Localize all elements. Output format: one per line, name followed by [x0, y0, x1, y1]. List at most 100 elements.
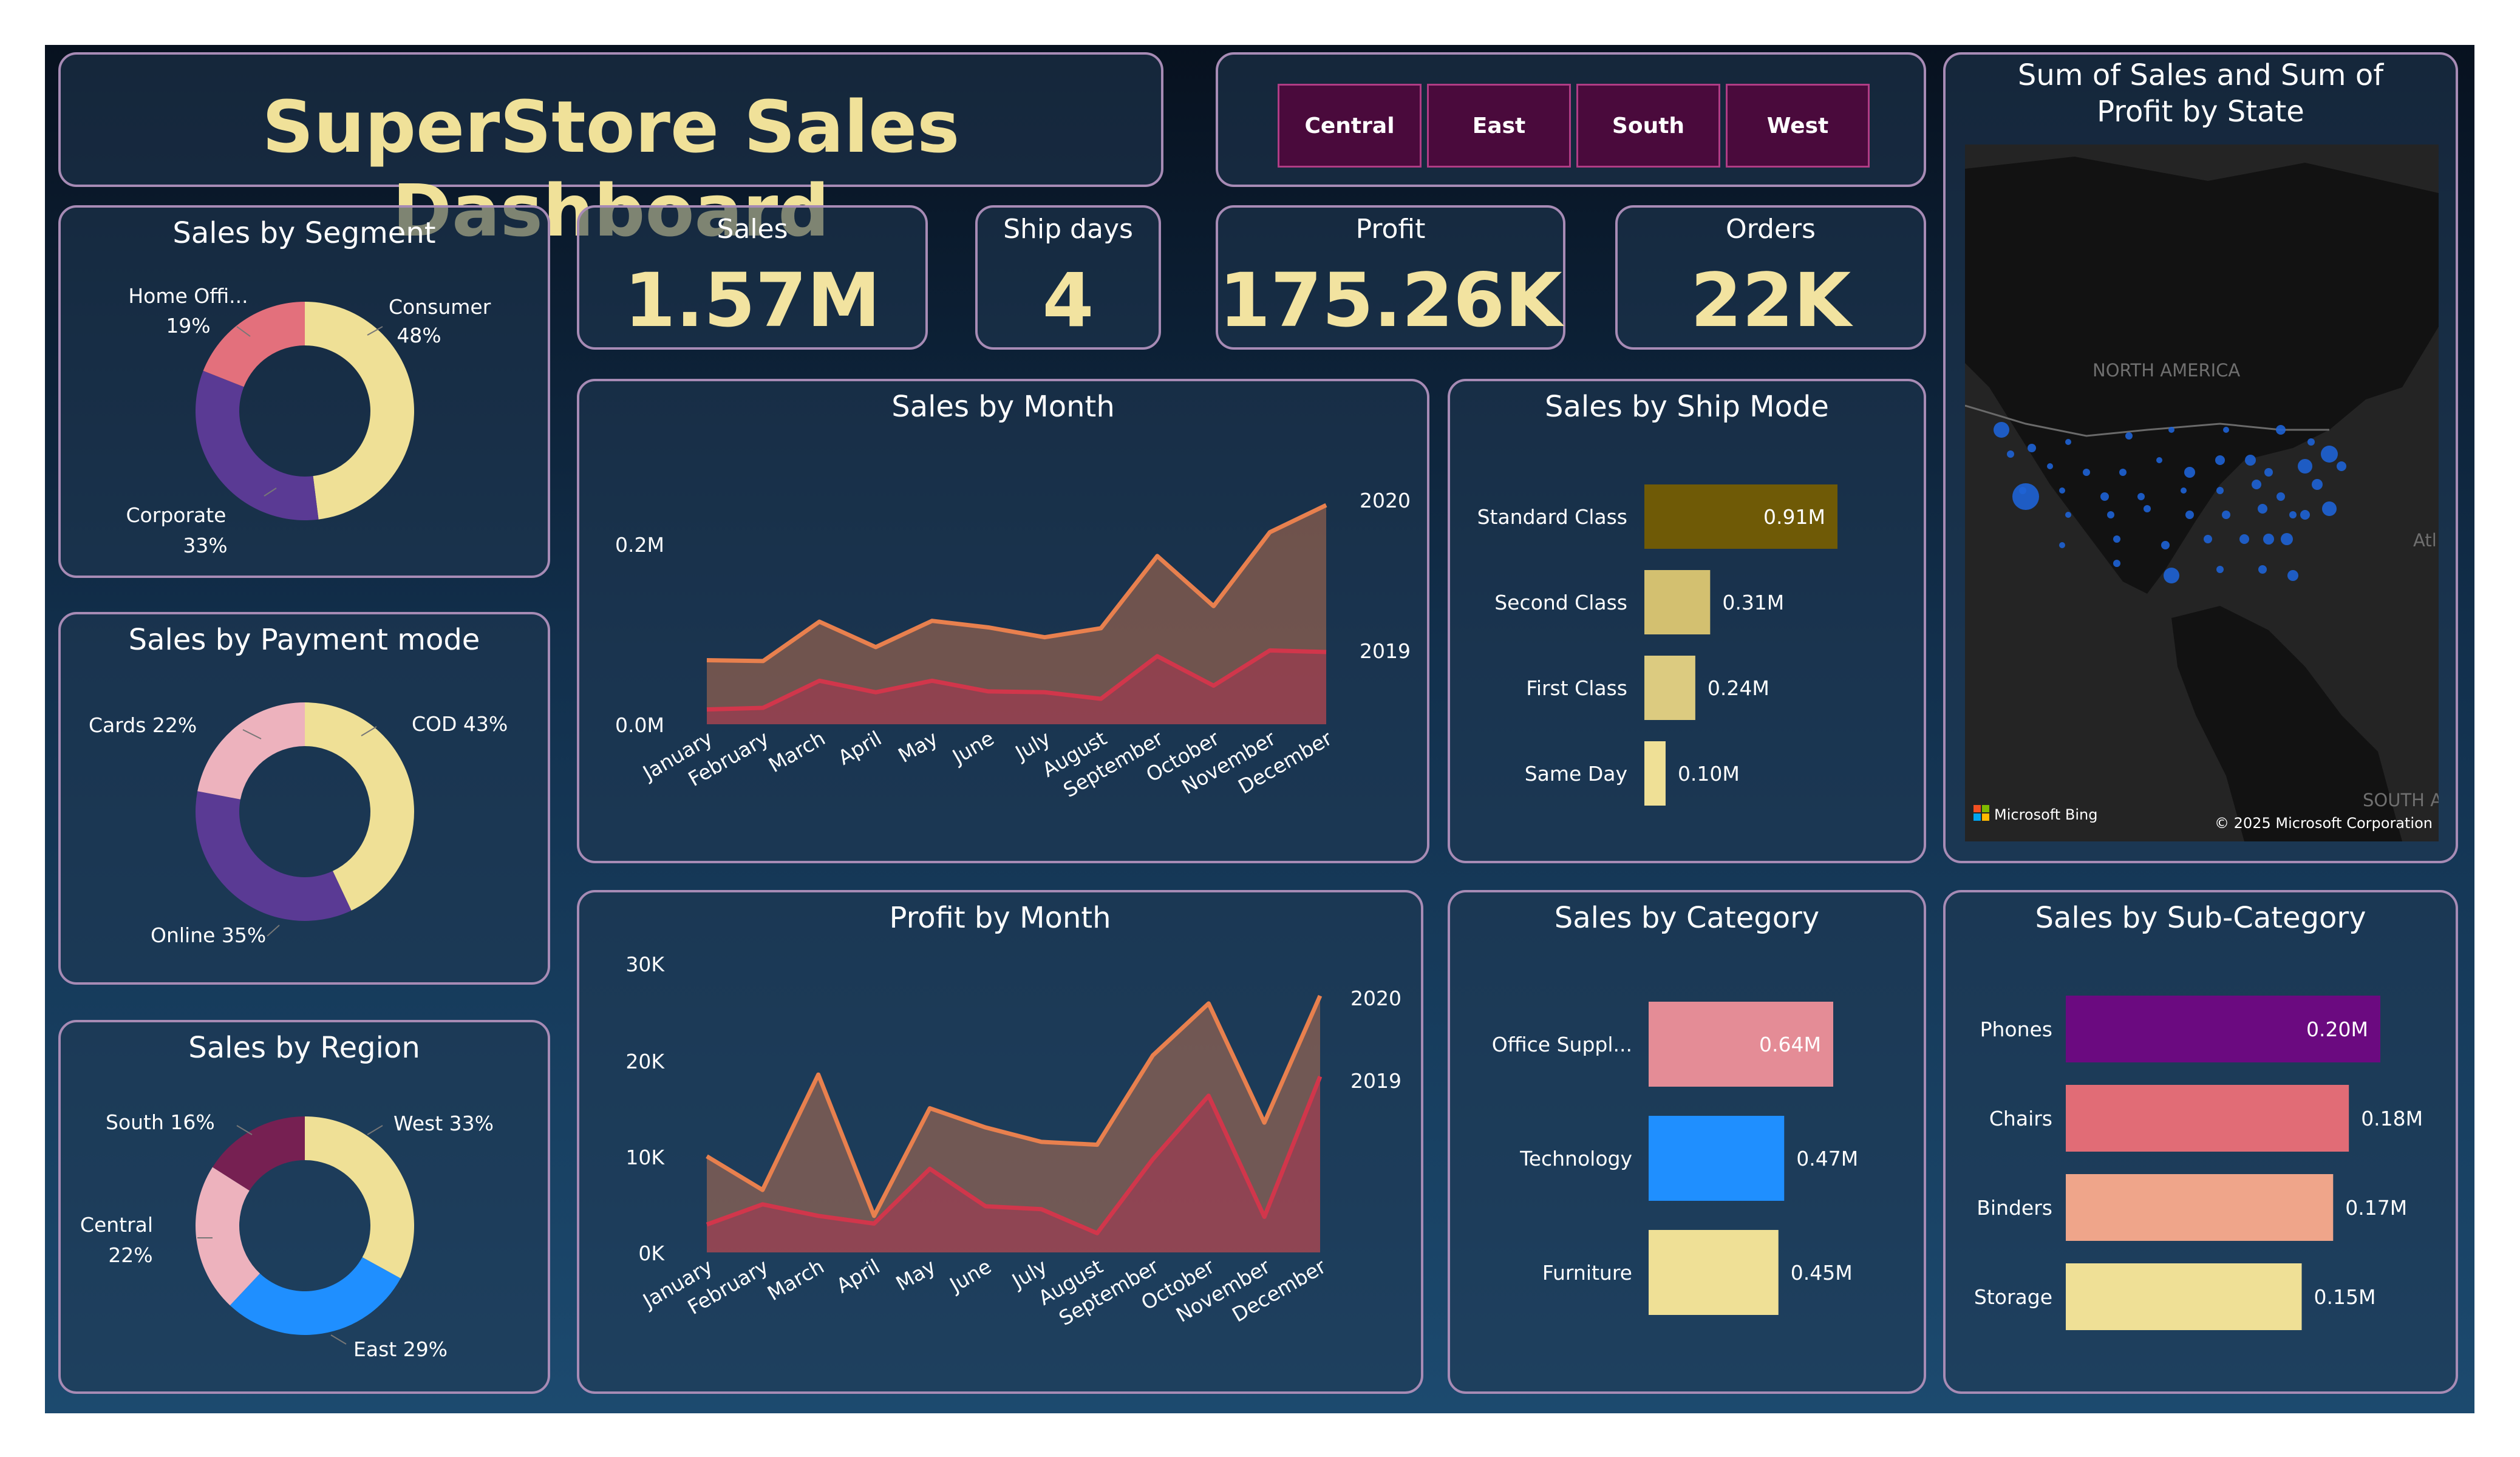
slicer-central[interactable]: Central	[1278, 84, 1422, 168]
bar-chairs[interactable]	[2066, 1085, 2349, 1152]
state-bubble[interactable]	[2012, 483, 2039, 510]
map-title: Sum of Sales and Sum of Profit by State	[2017, 58, 2384, 129]
profit-month-ytick-2: 10K	[625, 1146, 665, 1169]
state-bubble[interactable]	[2277, 492, 2285, 501]
slicer-south[interactable]: South	[1576, 84, 1720, 168]
state-bubble[interactable]	[2322, 501, 2337, 516]
state-bubble[interactable]	[2276, 425, 2286, 435]
state-bubble[interactable]	[2204, 535, 2212, 543]
bing-label: Microsoft Bing	[1994, 806, 2097, 823]
state-bubble[interactable]	[2156, 457, 2162, 463]
state-bubble[interactable]	[2216, 487, 2224, 494]
state-bubble[interactable]	[2113, 560, 2120, 567]
profit-month-series-2020: 2020	[1350, 987, 1401, 1010]
donut-slice-home-office[interactable]	[203, 302, 305, 387]
state-bubble[interactable]	[2298, 459, 2312, 474]
payment-label-cards: Cards 22%	[89, 713, 197, 737]
state-bubble[interactable]	[2083, 469, 2090, 476]
region-label-west: West 33%	[393, 1112, 494, 1135]
state-bubble[interactable]	[2065, 439, 2071, 445]
state-bubble[interactable]	[2281, 533, 2293, 545]
bar-same-day[interactable]	[1644, 741, 1666, 806]
sub-category-chart: Phones 0.20M Chairs 0.18M Binders 0.17M Storag…	[1974, 996, 2423, 1330]
state-bubble[interactable]	[2216, 566, 2224, 573]
state-bubble[interactable]	[2181, 487, 2187, 494]
slicer-east[interactable]: East	[1427, 84, 1571, 168]
profit-month-panel: Profit by Month January February March Apri…	[577, 890, 1423, 1394]
state-bubble[interactable]	[2307, 438, 2315, 446]
state-bubble[interactable]	[2337, 461, 2346, 471]
kpi-ship-days-value: 4	[1042, 257, 1094, 344]
bar-label-technology: Technology	[1519, 1147, 1632, 1170]
state-bubble[interactable]	[2007, 450, 2014, 458]
state-bubble[interactable]	[2223, 427, 2229, 433]
donut-slice-west[interactable]	[305, 1116, 415, 1279]
segment-pct-consumer: 48%	[397, 324, 441, 347]
state-bubble[interactable]	[2059, 542, 2065, 548]
state-bubble[interactable]	[2289, 511, 2297, 518]
map-label-atlantic: Atl	[2413, 530, 2437, 551]
state-bubble[interactable]	[2028, 444, 2036, 452]
bar-label-storage: Storage	[1974, 1285, 2052, 1309]
state-bubble[interactable]	[2321, 446, 2338, 463]
ship-mode-chart: Standard Class 0.91M Second Class 0.31M Firs…	[1477, 484, 1837, 806]
state-bubble[interactable]	[2125, 432, 2133, 440]
state-bubble[interactable]	[2065, 512, 2071, 518]
profit-month-ytick-3: 0K	[638, 1241, 665, 1265]
sub-category-panel: Sales by Sub-Category Phones 0.20M Chairs 0…	[1943, 890, 2458, 1394]
state-bubble[interactable]	[2239, 534, 2249, 544]
state-bubble[interactable]	[2300, 510, 2310, 520]
bar-furniture[interactable]	[1649, 1230, 1779, 1315]
bar-binders[interactable]	[2066, 1174, 2334, 1241]
state-bubble[interactable]	[2287, 570, 2298, 581]
bar-first-class[interactable]	[1644, 656, 1695, 720]
state-bubble[interactable]	[2184, 467, 2195, 478]
state-bubble[interactable]	[2258, 504, 2267, 514]
bing-logo-icon	[1973, 805, 1981, 812]
donut-slice-cards[interactable]	[197, 702, 305, 800]
donut-slice-online[interactable]	[196, 791, 352, 921]
state-bubble[interactable]	[2222, 511, 2230, 519]
donut-slice-east[interactable]	[230, 1257, 401, 1335]
payment-label-online: Online 35%	[151, 923, 266, 947]
state-bubble[interactable]	[2047, 463, 2053, 469]
state-map[interactable]: NORTH AMERICA Atl SOUTH A Microsoft Bing…	[1965, 144, 2439, 841]
bar-storage[interactable]	[2066, 1263, 2302, 1330]
slicer-west[interactable]: West	[1726, 84, 1870, 168]
state-bubble[interactable]	[2185, 511, 2194, 519]
bar-value-storage: 0.15M	[2314, 1285, 2376, 1309]
kpi-profit-value: 175.26K	[1219, 257, 1562, 344]
state-bubble[interactable]	[2059, 487, 2065, 494]
bar-second-class[interactable]	[1644, 570, 1711, 634]
bar-value-office-suppl-: 0.64M	[1759, 1033, 1821, 1056]
x-tick-june: June	[947, 726, 998, 769]
state-bubble[interactable]	[2168, 427, 2174, 433]
state-bubble[interactable]	[2119, 469, 2127, 476]
state-bubble[interactable]	[2137, 493, 2145, 500]
state-bubble[interactable]	[2263, 534, 2274, 545]
state-bubble[interactable]	[2215, 455, 2225, 465]
state-bubble[interactable]	[2312, 479, 2323, 490]
state-bubble[interactable]	[2264, 468, 2273, 477]
state-bubble[interactable]	[2258, 565, 2267, 574]
map-label-south: SOUTH A	[2363, 790, 2439, 810]
state-bubble[interactable]	[2144, 505, 2151, 512]
bar-label-phones: Phones	[1980, 1017, 2052, 1041]
state-bubble[interactable]	[2252, 480, 2261, 489]
bar-value-chairs: 0.18M	[2361, 1107, 2423, 1130]
state-bubble[interactable]	[2245, 455, 2256, 466]
bar-value-furniture: 0.45M	[1791, 1261, 1853, 1285]
bar-technology[interactable]	[1649, 1116, 1785, 1201]
x-tick-may: May	[892, 1254, 940, 1296]
state-bubble[interactable]	[2107, 511, 2114, 518]
segment-pct-home-office: 19%	[166, 314, 210, 338]
state-bubble[interactable]	[2164, 568, 2179, 583]
payment-donut-chart: Cards 22% COD 43% Online 35%	[89, 702, 508, 947]
state-bubble[interactable]	[2161, 541, 2170, 549]
state-bubble[interactable]	[1994, 422, 2009, 438]
sales-month-series-2019: 2019	[1360, 639, 1411, 663]
bar-value-binders: 0.17M	[2345, 1196, 2407, 1220]
donut-slice-corporate[interactable]	[196, 370, 319, 520]
state-bubble[interactable]	[2100, 492, 2109, 501]
state-bubble[interactable]	[2113, 535, 2120, 543]
